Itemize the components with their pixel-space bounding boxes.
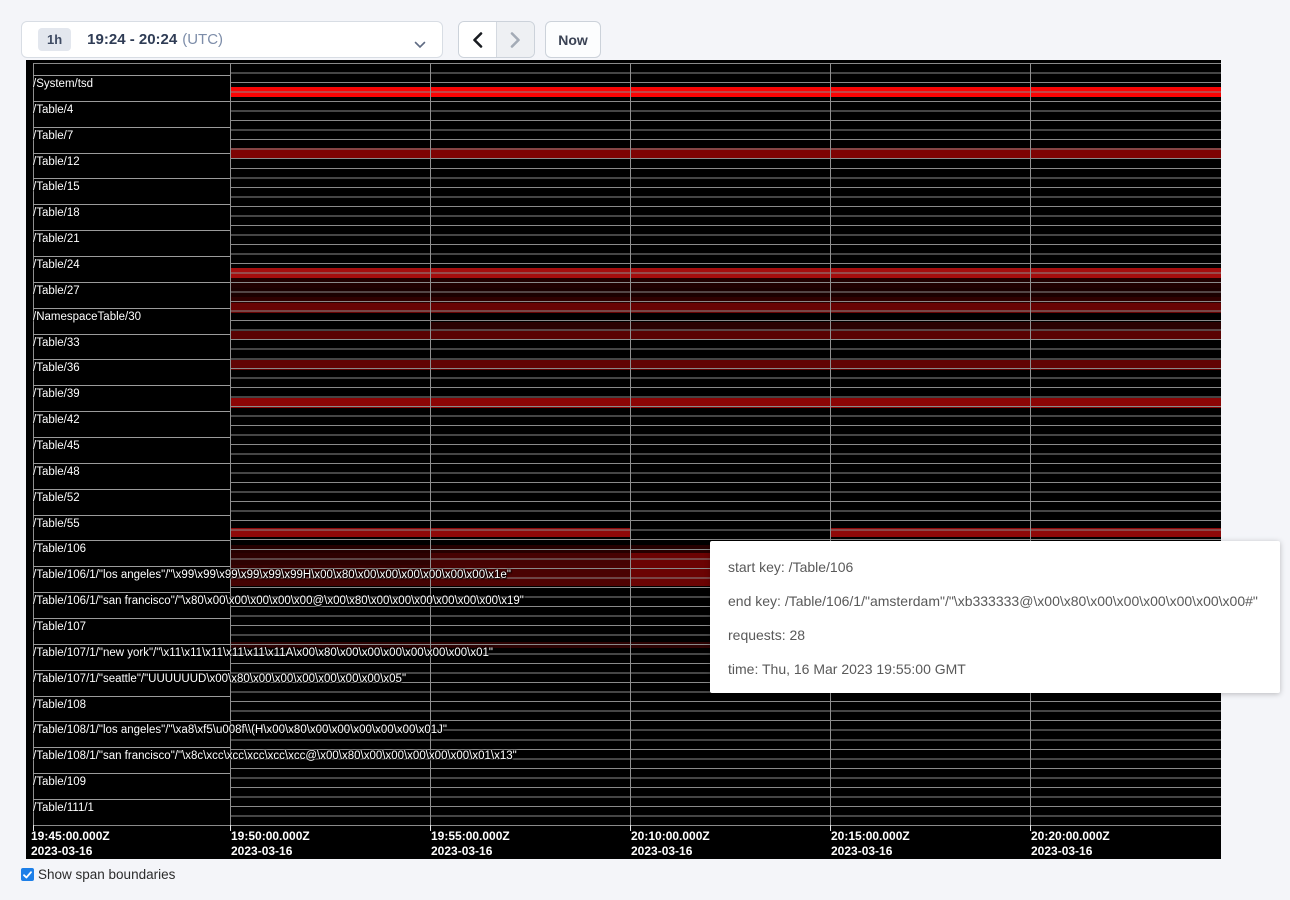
row-label: /Table/4 [33, 101, 230, 116]
row-label: /Table/33 [33, 334, 230, 349]
time-range-selector[interactable]: 1h 19:24 - 20:24 (UTC) [21, 21, 443, 58]
axis-time-label: 20:15:00.000Z2023-03-16 [831, 829, 910, 858]
span-boundary-line-top [33, 63, 1221, 64]
axis-time-label: 19:55:00.000Z2023-03-16 [431, 829, 510, 858]
row-label: /Table/107 [33, 618, 230, 633]
key-visualizer-heatmap[interactable]: /System/tsd/Table/4/Table/7/Table/12/Tab… [26, 60, 1221, 859]
row-label: /Table/24 [33, 256, 230, 271]
row-label: /Table/108/1/"los angeles"/"\xa8\xf5\u00… [33, 721, 230, 736]
row-label: /Table/15 [33, 178, 230, 193]
row-label: /Table/27 [33, 282, 230, 297]
row-label: /Table/106/1/"san francisco"/"\x80\x00\x… [33, 592, 230, 607]
tooltip-start-key: start key: /Table/106 [728, 550, 1262, 584]
span-boundary-line-bottom [33, 825, 1221, 826]
row-label: /Table/21 [33, 230, 230, 245]
axis-time-label: 20:10:00.000Z2023-03-16 [631, 829, 710, 858]
row-label: /Table/39 [33, 385, 230, 400]
chevron-left-icon [472, 32, 483, 48]
tooltip-requests: requests: 28 [728, 618, 1262, 652]
row-label: /System/tsd [33, 75, 230, 90]
row-label: /Table/52 [33, 489, 230, 504]
now-button[interactable]: Now [545, 21, 601, 58]
range-label: 19:24 - 20:24 [87, 31, 177, 48]
row-label: /Table/108 [33, 696, 230, 711]
axis-time-label: 20:20:00.000Z2023-03-16 [1031, 829, 1110, 858]
axis-time-label: 19:50:00.000Z2023-03-16 [231, 829, 310, 858]
tooltip-end-key: end key: /Table/106/1/"amsterdam"/"\xb33… [728, 584, 1262, 618]
row-label: /Table/18 [33, 204, 230, 219]
show-span-boundaries-checkbox[interactable] [21, 868, 34, 881]
range-tooltip: start key: /Table/106 end key: /Table/10… [710, 541, 1280, 693]
show-span-boundaries-label: Show span boundaries [38, 867, 175, 882]
chevron-right-icon [510, 32, 521, 48]
row-label: /Table/45 [33, 437, 230, 452]
range-duration-badge: 1h [38, 28, 71, 51]
time-gridline [630, 63, 631, 825]
footer: Show span boundaries [21, 867, 175, 882]
range-timezone: (UTC) [182, 31, 223, 48]
row-label: /Table/109 [33, 773, 230, 788]
tooltip-time: time: Thu, 16 Mar 2023 19:55:00 GMT [728, 652, 1262, 686]
row-label: /Table/42 [33, 411, 230, 426]
time-gridline [830, 63, 831, 825]
time-nav-group [458, 21, 535, 58]
span-boundary-lines [230, 63, 1221, 826]
row-label: /Table/106/1/"los angeles"/"\x99\x99\x99… [33, 566, 230, 581]
row-label: /Table/108/1/"san francisco"/"\x8c\xcc\x… [33, 747, 230, 762]
axis-time-label: 19:45:00.000Z2023-03-16 [31, 829, 110, 858]
row-label: /Table/107/1/"new york"/"\x11\x11\x11\x1… [33, 644, 230, 659]
prev-time-button[interactable] [459, 22, 497, 57]
row-label: /Table/106 [33, 540, 230, 555]
row-label: /Table/48 [33, 463, 230, 478]
row-label: /Table/7 [33, 127, 230, 142]
row-label: /Table/55 [33, 515, 230, 530]
row-label: /Table/12 [33, 153, 230, 168]
row-label: /Table/36 [33, 359, 230, 374]
next-time-button[interactable] [497, 22, 535, 57]
time-gridline [430, 63, 431, 825]
row-label: /Table/111/1 [33, 799, 230, 814]
row-label: /Table/107/1/"seattle"/"UUUUUUD\x00\x80\… [33, 670, 230, 685]
check-icon [23, 871, 32, 879]
time-gridline [1030, 63, 1031, 825]
row-label: /NamespaceTable/30 [33, 308, 230, 323]
chevron-down-icon [414, 36, 426, 54]
time-gridline [230, 63, 231, 825]
